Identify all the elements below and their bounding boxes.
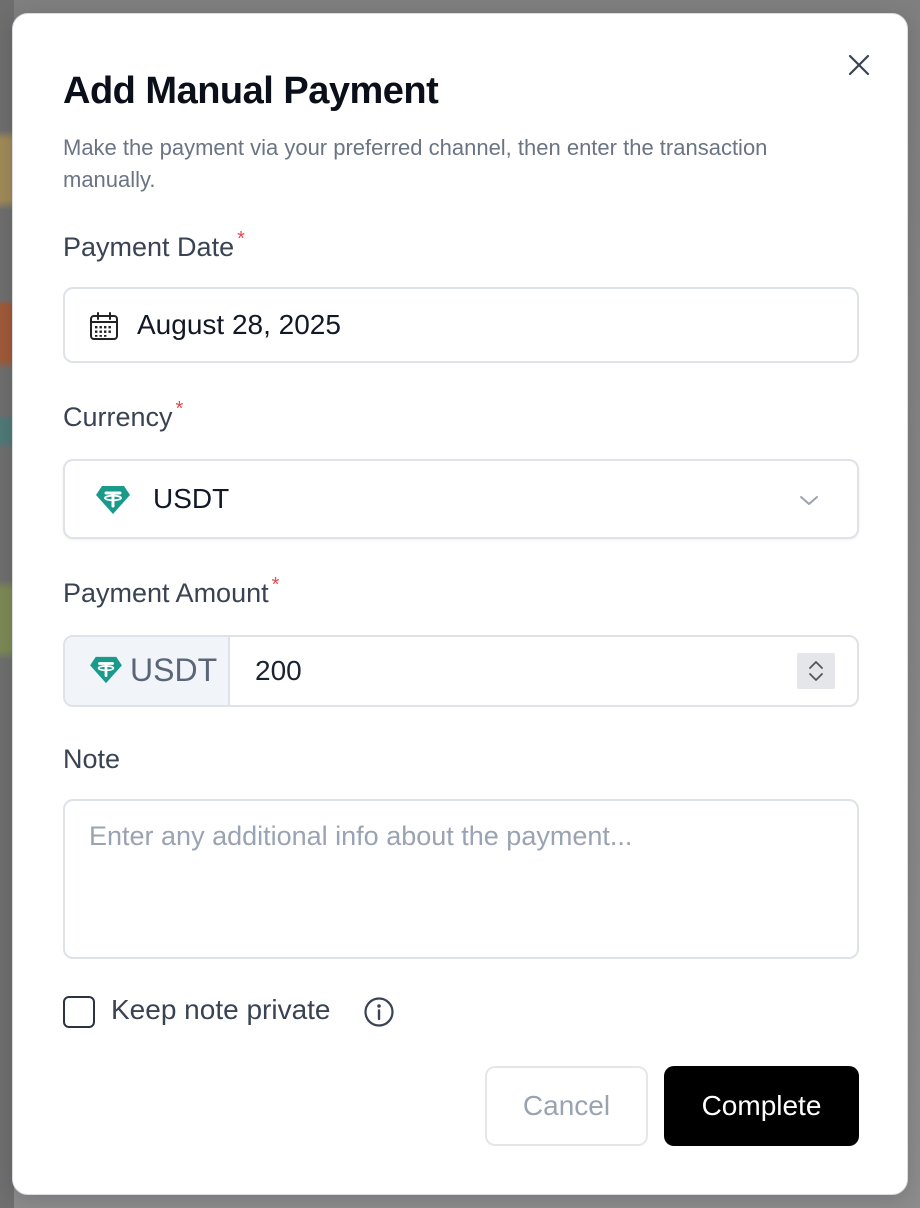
note-label: Note xyxy=(63,744,121,774)
close-button[interactable] xyxy=(845,51,873,79)
note-textarea[interactable]: Enter any additional info about the paym… xyxy=(63,799,859,959)
chevron-down-icon xyxy=(800,496,818,505)
amount-currency-prefix: USDT xyxy=(65,637,230,705)
currency-label-text: Currency xyxy=(63,402,173,432)
required-mark: * xyxy=(175,398,184,420)
payment-date-field[interactable]: August 28, 2025 xyxy=(63,287,859,363)
payment-amount-value[interactable]: 200 xyxy=(255,655,302,687)
note-placeholder: Enter any additional info about the paym… xyxy=(89,821,633,851)
currency-label: Currency * xyxy=(63,398,183,433)
payment-date-value: August 28, 2025 xyxy=(137,309,341,340)
dialog-subtitle: Make the payment via your preferred chan… xyxy=(63,135,768,192)
payment-amount-label: Payment Amount * xyxy=(63,574,279,609)
add-manual-payment-dialog: Add Manual Payment Make the payment via … xyxy=(12,13,908,1195)
cancel-button[interactable]: Cancel xyxy=(485,1066,648,1146)
amount-prefix-text: USDT xyxy=(130,652,218,688)
close-icon xyxy=(848,54,870,76)
payment-date-label: Payment Date * xyxy=(63,228,245,263)
dialog-title: Add Manual Payment xyxy=(63,70,439,112)
payment-amount-field[interactable]: USDT 200 xyxy=(63,635,859,707)
keep-note-private-checkbox[interactable] xyxy=(63,996,95,1028)
amount-stepper[interactable] xyxy=(797,653,835,689)
payment-amount-label-text: Payment Amount xyxy=(63,578,269,608)
currency-value: USDT xyxy=(153,483,230,514)
currency-select[interactable]: USDT xyxy=(63,459,859,539)
stepper-up-icon[interactable] xyxy=(808,660,824,670)
keep-note-private-label[interactable]: Keep note private xyxy=(111,994,331,1026)
calendar-icon xyxy=(90,312,118,340)
info-icon[interactable] xyxy=(363,996,395,1028)
required-mark: * xyxy=(271,574,280,596)
required-mark: * xyxy=(237,228,245,250)
tether-icon xyxy=(90,656,122,684)
payment-date-label-text: Payment Date xyxy=(63,232,235,262)
stepper-down-icon[interactable] xyxy=(808,672,824,682)
complete-button[interactable]: Complete xyxy=(664,1066,859,1146)
tether-icon xyxy=(96,486,130,514)
